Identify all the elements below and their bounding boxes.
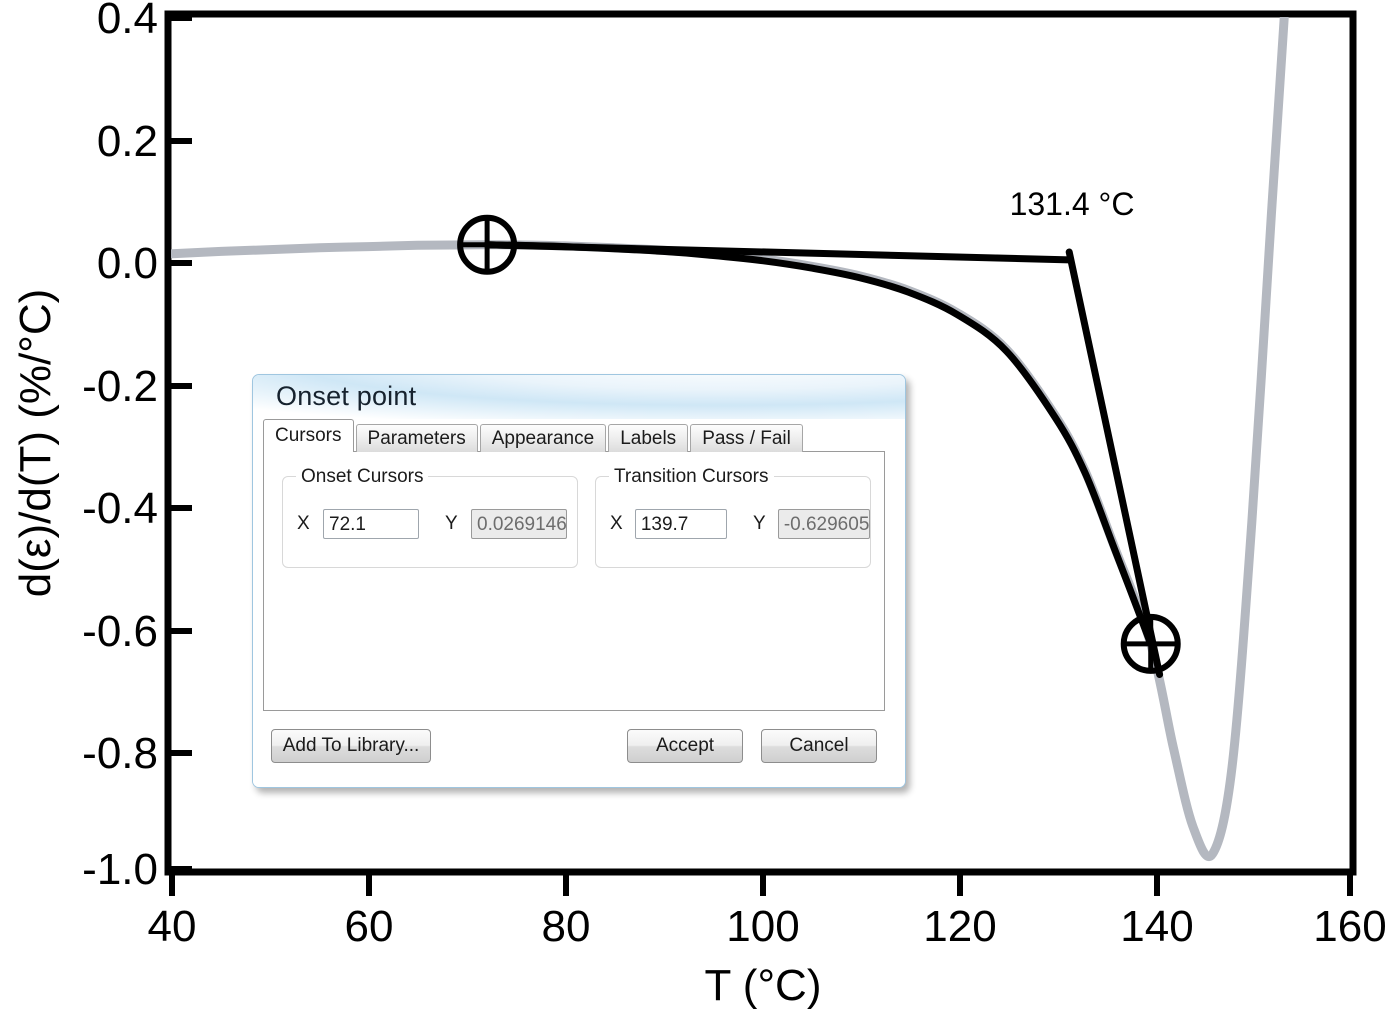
y-tick-label: -0.4: [82, 484, 158, 533]
y-tick-label: -0.8: [82, 729, 158, 778]
x-tick-label: 120: [923, 902, 996, 951]
onset-y-label: Y: [445, 513, 458, 534]
tab-appearance[interactable]: Appearance: [479, 424, 607, 452]
x-axis-title: T (°C): [705, 961, 822, 1010]
transition-cursors-fields: X 139.7 Y -0.629605: [596, 509, 870, 539]
tab-label: Cursors: [275, 425, 342, 446]
onset-point-dialog[interactable]: Onset point Cursors Parameters Appearanc…: [252, 374, 906, 788]
transition-x-label: X: [610, 513, 623, 534]
transition-cursor[interactable]: [1120, 613, 1181, 674]
onset-cursors-fields: X 72.1 Y 0.0269146: [283, 509, 577, 539]
x-tick-label: 40: [148, 902, 197, 951]
y-axis-title: d(ε)/d(T) (%/°C): [11, 289, 60, 598]
y-tick-label: -0.2: [82, 362, 158, 411]
accept-button[interactable]: Accept: [627, 729, 743, 763]
y-tick-label: -0.6: [82, 607, 158, 656]
onset-x-label: X: [297, 513, 310, 534]
y-tick-label: -1.0: [82, 845, 158, 894]
transition-y-label: Y: [753, 513, 766, 534]
dialog-title: Onset point: [276, 381, 417, 411]
x-tick-label: 60: [345, 902, 394, 951]
x-axis-ticks: [169, 872, 1353, 896]
dialog-body: Cursors Parameters Appearance Labels Pas…: [253, 419, 905, 787]
y-tick-label: 0.4: [97, 0, 158, 43]
tab-parameters[interactable]: Parameters: [355, 424, 478, 452]
transition-cursors-group: Transition Cursors X 139.7 Y -0.629605: [595, 466, 871, 568]
x-tick-label: 100: [726, 902, 799, 951]
x-tick-labels: 40 60 80 100 120 140 160: [148, 902, 1387, 951]
tab-labels[interactable]: Labels: [608, 424, 689, 452]
y-tick-label: 0.2: [97, 117, 158, 166]
tab-label: Labels: [620, 428, 677, 449]
onset-y-input[interactable]: 0.0269146: [471, 509, 567, 539]
onset-cursors-group: Onset Cursors X 72.1 Y 0.0269146: [282, 466, 578, 568]
tab-cursors[interactable]: Cursors: [263, 419, 354, 452]
transition-y-input[interactable]: -0.629605: [777, 509, 870, 539]
transition-x-input[interactable]: 139.7: [634, 509, 727, 539]
y-axis-ticks: [168, 15, 192, 872]
tab-label: Pass / Fail: [702, 428, 791, 449]
cursors-tab-panel: Onset Cursors X 72.1 Y 0.0269146 Transit…: [263, 451, 885, 711]
x-tick-label: 80: [542, 902, 591, 951]
y-tick-label: 0.0: [97, 239, 158, 288]
tab-label: Appearance: [491, 428, 595, 449]
add-to-library-button[interactable]: Add To Library...: [271, 729, 431, 763]
tab-strip: Cursors Parameters Appearance Labels Pas…: [263, 419, 805, 452]
dialog-titlebar: Onset point: [253, 375, 905, 419]
onset-cursor[interactable]: [457, 214, 518, 275]
x-tick-label: 160: [1313, 902, 1386, 951]
tab-pass-fail[interactable]: Pass / Fail: [690, 424, 803, 452]
x-tick-label: 140: [1120, 902, 1193, 951]
y-tick-labels: 0.4 0.2 0.0 -0.2 -0.4 -0.6 -0.8 -1.0: [82, 0, 158, 894]
onset-x-input[interactable]: 72.1: [323, 509, 419, 539]
onset-temperature-annotation: 131.4 °C: [1010, 186, 1135, 222]
transition-cursors-legend: Transition Cursors: [609, 466, 774, 488]
cancel-button[interactable]: Cancel: [761, 729, 877, 763]
onset-cursors-legend: Onset Cursors: [296, 466, 429, 488]
tab-label: Parameters: [367, 428, 466, 449]
